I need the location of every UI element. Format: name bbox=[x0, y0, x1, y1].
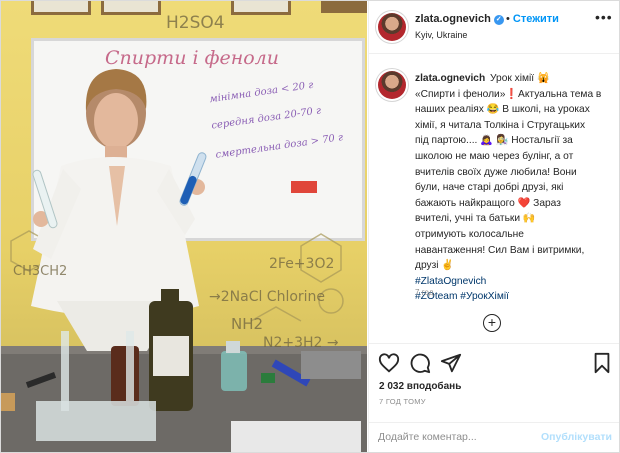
post-timestamp[interactable]: 7 ГОД ТОМУ bbox=[379, 397, 426, 406]
instagram-post: Спирти і феноли мінімна доза < 20 г сере… bbox=[0, 0, 620, 453]
caption-line: вчителі, учні та батьки 🙌 bbox=[415, 213, 536, 225]
hashtag-link[interactable]: #ZOteam #УрокХімії bbox=[415, 289, 611, 305]
publish-button[interactable]: Опублікувати bbox=[541, 431, 612, 443]
wall-formula: CH3CH2 bbox=[13, 264, 68, 279]
caption-line: «Спирти і феноли»❗Актуальна тема в bbox=[415, 88, 602, 100]
likes-count[interactable]: 2 032 вподобань bbox=[379, 381, 461, 392]
board-title: Спирти і феноли bbox=[105, 47, 279, 69]
follow-button[interactable]: • Стежити bbox=[506, 13, 559, 25]
caption-line: вчителів своїх дуже любила! Вони bbox=[415, 166, 577, 178]
caption-line: друзі ✌️ bbox=[415, 260, 455, 272]
caption-timestamp[interactable]: 7 год. bbox=[415, 288, 436, 297]
comment-input[interactable] bbox=[378, 429, 528, 445]
caption-line: хімії, я читала Толкіна і Стругацьких bbox=[415, 119, 586, 131]
share-icon[interactable] bbox=[440, 352, 462, 374]
heart-icon[interactable] bbox=[378, 352, 400, 374]
wall-formula: 2Fe+3O2 bbox=[269, 256, 335, 272]
caption-line: Урок хімії 🙀 bbox=[490, 73, 550, 84]
username-text[interactable]: zlata.ognevich bbox=[415, 13, 491, 25]
caption-line: навантаження! Сил Вам і витримки, bbox=[415, 244, 585, 256]
more-options-icon[interactable]: ••• bbox=[595, 9, 613, 25]
wall-formula: NH2 bbox=[231, 315, 264, 333]
avatar[interactable] bbox=[378, 71, 406, 99]
dot-separator: • bbox=[506, 13, 510, 25]
comment-icon[interactable] bbox=[409, 352, 431, 374]
follow-label[interactable]: Стежити bbox=[513, 13, 559, 25]
caption-line: під партою.... 🙇‍♀️ 👩‍🔬 Ностальгії за bbox=[415, 135, 573, 147]
load-more-comments-icon[interactable]: + bbox=[483, 314, 501, 332]
verified-icon: ✓ bbox=[493, 15, 504, 25]
post-header: zlata.ognevich ✓ • Стежити Kyiv, Ukraine … bbox=[369, 1, 619, 54]
caption-username[interactable]: zlata.ognevich bbox=[415, 73, 485, 84]
caption-line: були, наче старі добрі друзі, які bbox=[415, 182, 564, 194]
bookmark-icon[interactable] bbox=[591, 352, 613, 374]
header-username[interactable]: zlata.ognevich ✓ bbox=[415, 13, 504, 25]
caption-section: zlata.ognevich Урок хімії 🙀 «Спирти і фе… bbox=[369, 54, 619, 342]
caption-line: школою не маю через булінг, а от bbox=[415, 150, 574, 162]
post-sidebar: zlata.ognevich ✓ • Стежити Kyiv, Ukraine … bbox=[368, 1, 619, 452]
caption-line: бажають найкращого ❤️ Зараз bbox=[415, 197, 561, 209]
comment-box: Опублікувати bbox=[369, 422, 619, 452]
caption-line: отримують колосальне bbox=[415, 228, 524, 240]
post-photo[interactable]: Спирти і феноли мінімна доза < 20 г сере… bbox=[1, 1, 367, 452]
wall-formula: H2SO4 bbox=[166, 13, 225, 33]
location-link[interactable]: Kyiv, Ukraine bbox=[415, 30, 467, 40]
wall-formula: →2NaCl Chlorine bbox=[209, 289, 326, 305]
wall-formula: N2+3H2 → bbox=[263, 335, 339, 351]
action-bar: 2 032 вподобань 7 ГОД ТОМУ bbox=[369, 343, 619, 424]
caption-line: наших реаліях 😂 В школі, на уроках bbox=[415, 104, 590, 116]
caption: zlata.ognevich Урок хімії 🙀 «Спирти і фе… bbox=[415, 71, 611, 305]
hashtag-link[interactable]: #ZlataOgnevich bbox=[415, 274, 611, 290]
avatar[interactable] bbox=[378, 13, 406, 41]
